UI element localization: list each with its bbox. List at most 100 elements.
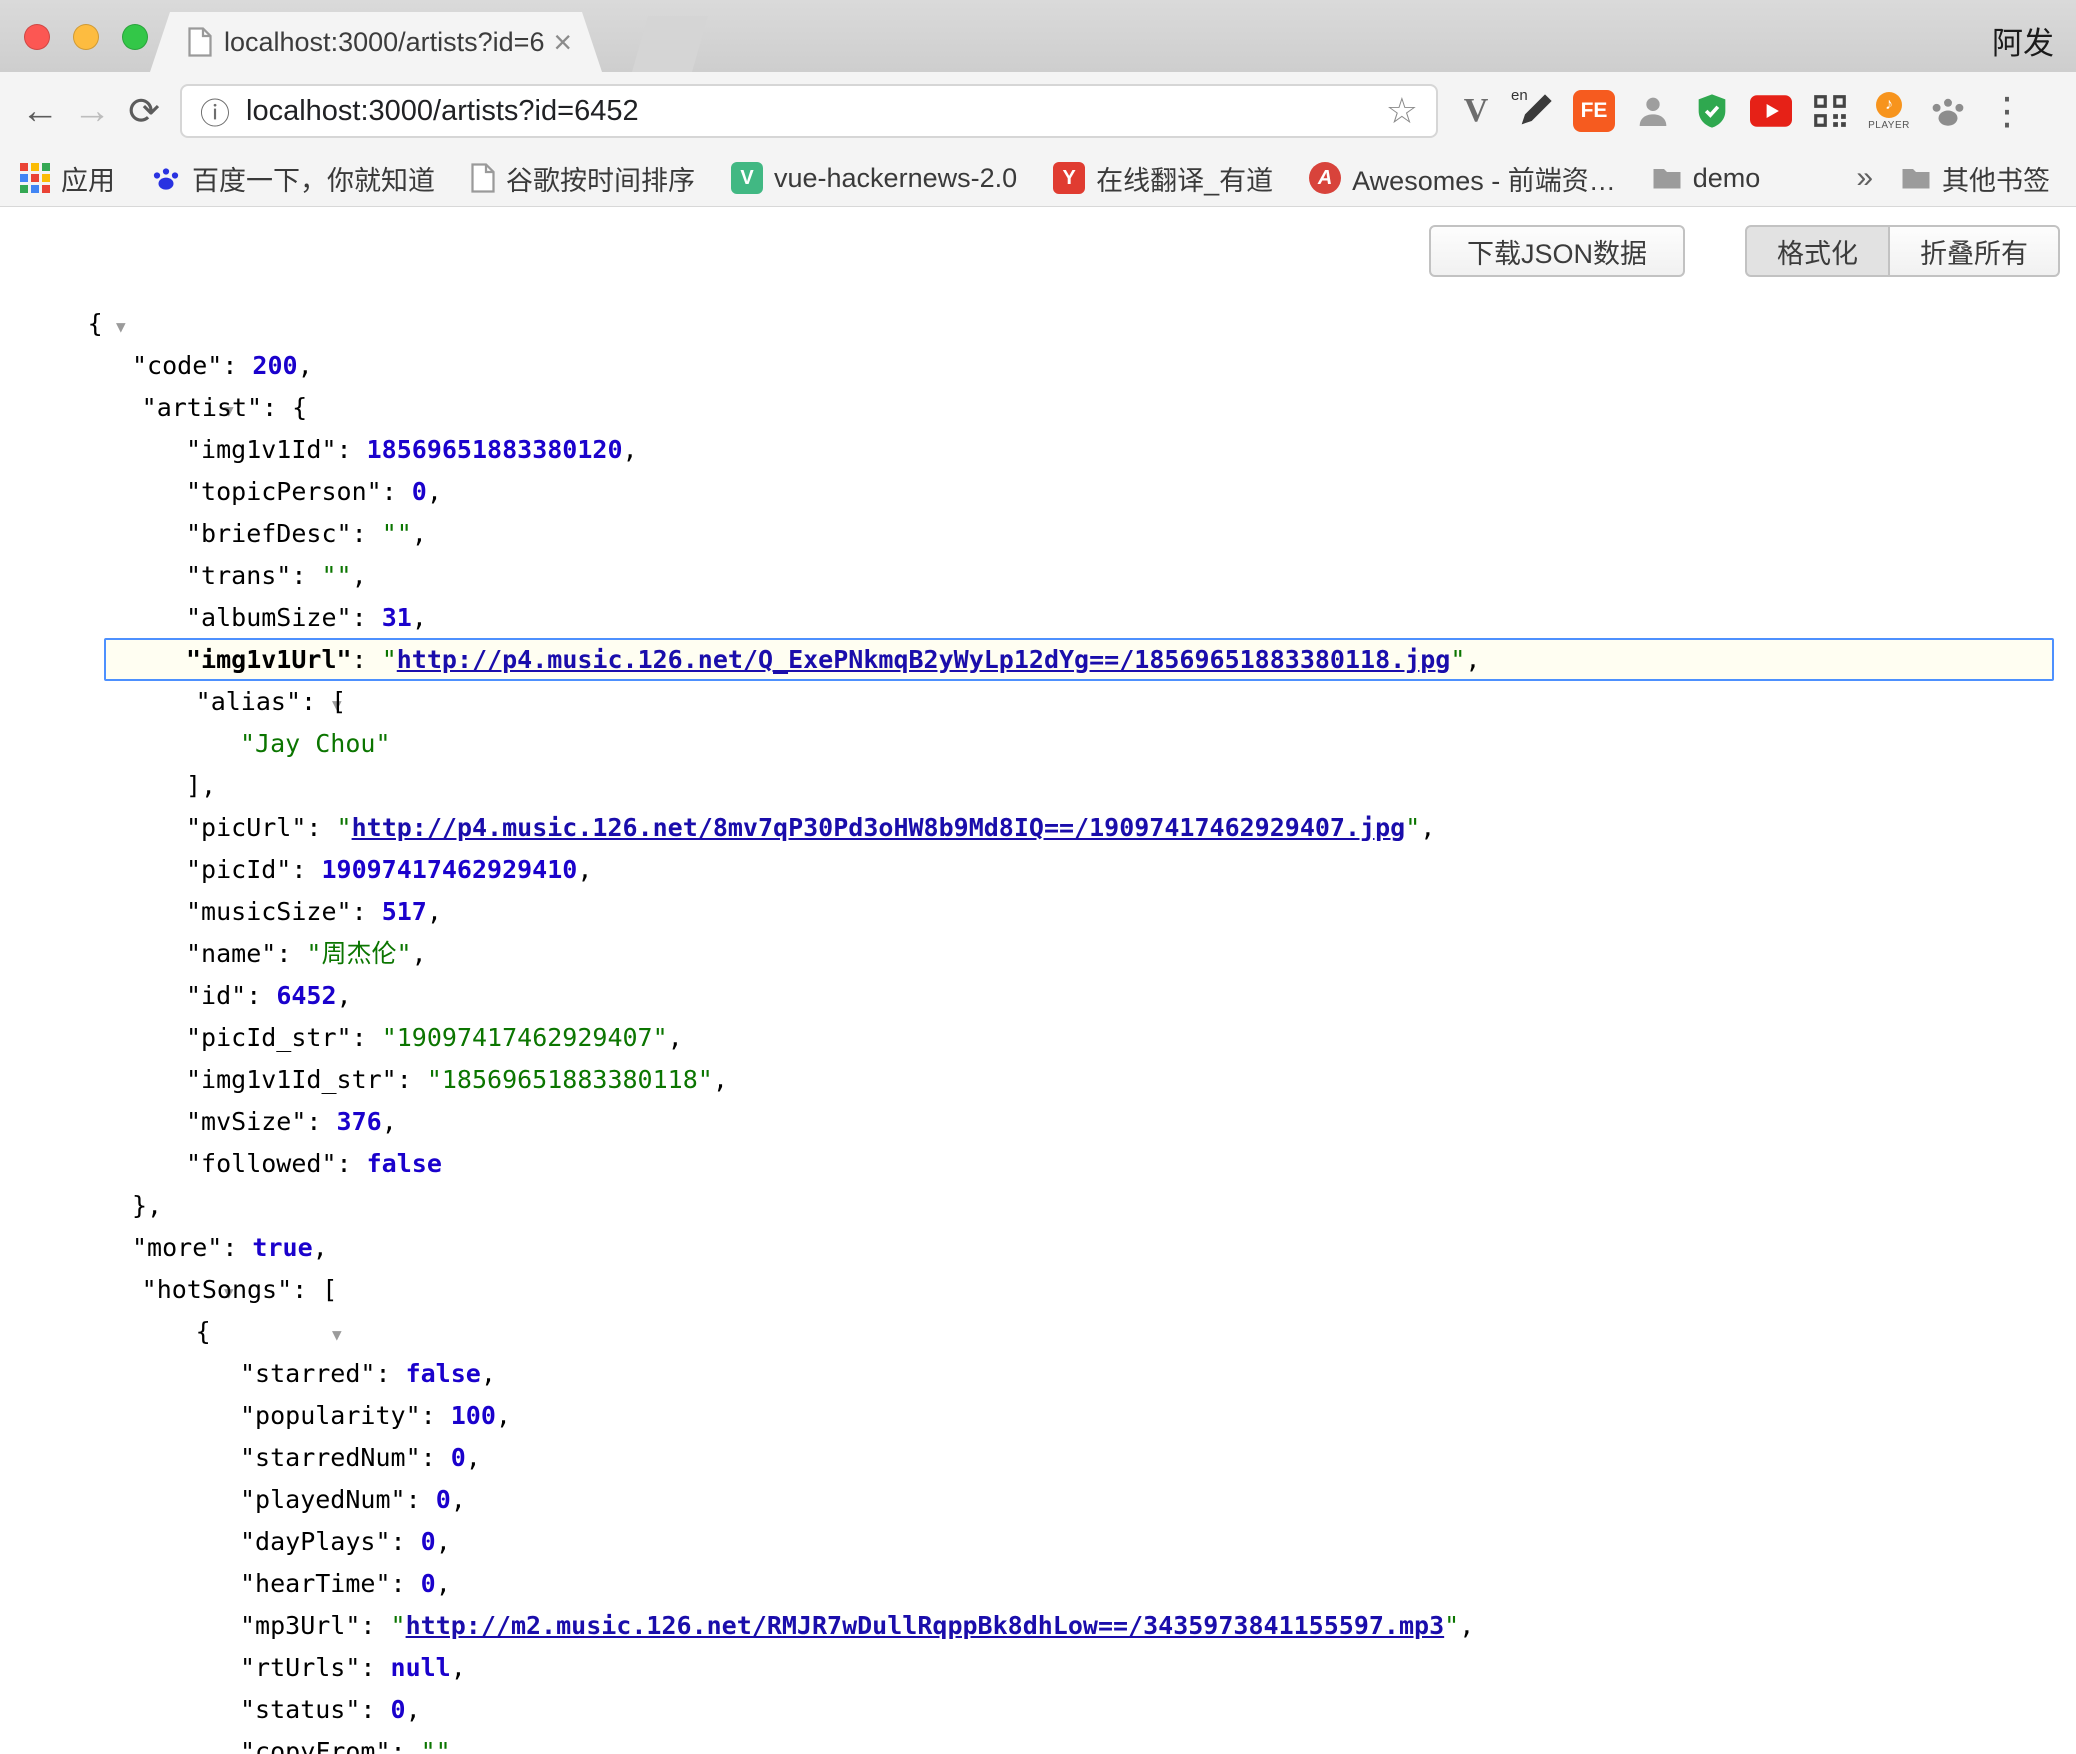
json-punctuation: , xyxy=(481,1359,496,1388)
json-punctuation: , xyxy=(466,1443,481,1472)
json-punctuation: : xyxy=(262,393,292,422)
address-bar[interactable]: ⓘ localhost:3000/artists?id=6452 ☆ xyxy=(180,84,1438,138)
json-punctuation: : xyxy=(352,645,382,674)
youtube-extension-icon[interactable] xyxy=(1745,85,1797,137)
bookmarks-overflow-icon[interactable]: » xyxy=(1856,161,1873,195)
json-key: "starred" xyxy=(240,1359,375,1388)
json-punctuation: , xyxy=(496,1401,511,1430)
json-line: "name": "周杰伦", xyxy=(0,933,2076,975)
url-text[interactable]: localhost:3000/artists?id=6452 xyxy=(246,95,1386,128)
browser-tab[interactable]: localhost:3000/artists?id=645 × xyxy=(150,12,602,72)
json-key: "more" xyxy=(132,1233,222,1262)
chrome-menu-icon[interactable]: ⋮ xyxy=(1974,89,2040,134)
extension-icons: V en FE ♪ PLAYER xyxy=(1450,85,1974,137)
json-key: "popularity" xyxy=(240,1401,421,1430)
json-number-value: 376 xyxy=(337,1107,382,1136)
json-line: }, xyxy=(0,1185,2076,1227)
json-number-value: 517 xyxy=(382,897,427,926)
json-key: "code" xyxy=(132,351,222,380)
json-punctuation: : xyxy=(360,1611,390,1640)
json-key: "img1v1Id" xyxy=(186,435,337,464)
json-number-value: 31 xyxy=(382,603,412,632)
json-punctuation: , xyxy=(577,855,592,884)
translate-pen-icon[interactable]: en xyxy=(1509,85,1561,137)
qrcode-extension-icon[interactable] xyxy=(1804,85,1856,137)
profile-name[interactable]: 阿发 xyxy=(1992,18,2054,63)
json-punctuation: , xyxy=(412,939,427,968)
download-json-button[interactable]: 下载JSON数据 xyxy=(1429,225,1685,277)
collapse-arrow-icon[interactable]: ▼ xyxy=(332,1325,342,1344)
json-key: "musicSize" xyxy=(186,897,352,926)
json-string-value: "" xyxy=(321,561,351,590)
json-punctuation: : xyxy=(375,1359,405,1388)
new-tab-button[interactable] xyxy=(632,16,708,72)
bookmark-youdao-translate[interactable]: Y 在线翻译_有道 xyxy=(1053,159,1273,198)
format-button[interactable]: 格式化 xyxy=(1745,225,1889,277)
json-url-link[interactable]: http://p4.music.126.net/8mv7qP30Pd3oHW8b… xyxy=(352,813,1406,842)
shield-extension-icon[interactable] xyxy=(1686,85,1738,137)
json-punctuation: , xyxy=(412,519,427,548)
json-punctuation: , xyxy=(713,1065,728,1094)
json-punctuation: { xyxy=(292,393,307,422)
json-string-value: "18569651883380118" xyxy=(427,1065,713,1094)
json-punctuation: , xyxy=(406,1695,421,1724)
player-extension-icon[interactable]: ♪ PLAYER xyxy=(1863,85,1915,137)
json-string-quote: " xyxy=(337,813,352,842)
json-line: "img1v1Url": "http://p4.music.126.net/Q_… xyxy=(0,639,2076,681)
json-key: "starredNum" xyxy=(240,1443,421,1472)
bookmark-awesomes[interactable]: A Awesomes - 前端资… xyxy=(1309,159,1616,198)
json-punctuation: : xyxy=(292,1275,322,1304)
json-punctuation: : xyxy=(360,1653,390,1682)
json-number-value: 0 xyxy=(412,477,427,506)
baidu-paw-icon xyxy=(151,163,181,193)
json-line: "playedNum": 0, xyxy=(0,1479,2076,1521)
bookmark-demo-folder[interactable]: demo xyxy=(1652,163,1761,194)
json-key: "rtUrls" xyxy=(240,1653,360,1682)
json-line: "albumSize": 31, xyxy=(0,597,2076,639)
json-number-value: 18569651883380120 xyxy=(367,435,623,464)
close-window-button[interactable] xyxy=(24,24,50,50)
json-url-link[interactable]: http://p4.music.126.net/Q_ExePNkmqB2yWyL… xyxy=(397,645,1451,674)
json-line: "status": 0, xyxy=(0,1689,2076,1731)
json-number-value: 19097417462929410 xyxy=(321,855,577,884)
json-punctuation: : xyxy=(276,939,306,968)
json-punctuation: , xyxy=(451,1737,466,1754)
json-line: "img1v1Id_str": "18569651883380118", xyxy=(0,1059,2076,1101)
json-keyword-value: true xyxy=(252,1233,312,1262)
tab-close-icon[interactable]: × xyxy=(553,24,572,61)
vue-icon: V xyxy=(731,162,763,194)
site-info-icon[interactable]: ⓘ xyxy=(200,89,230,133)
minimize-window-button[interactable] xyxy=(73,24,99,50)
json-punctuation: , xyxy=(352,561,367,590)
fe-extension-icon[interactable]: FE xyxy=(1568,85,1620,137)
bookmark-star-icon[interactable]: ☆ xyxy=(1386,90,1418,132)
bookmark-apps[interactable]: 应用 xyxy=(20,159,115,198)
json-url-link[interactable]: http://m2.music.126.net/RMJR7wDullRqppBk… xyxy=(406,1611,1445,1640)
view-mode-toggle: 格式化 折叠所有 xyxy=(1745,225,2060,277)
bookmark-google-sort[interactable]: 谷歌按时间排序 xyxy=(471,159,695,198)
zoom-window-button[interactable] xyxy=(122,24,148,50)
json-keyword-value: false xyxy=(406,1359,481,1388)
person-extension-icon[interactable] xyxy=(1627,85,1679,137)
json-line: ▼"artist": { xyxy=(0,387,2076,429)
json-line: "musicSize": 517, xyxy=(0,891,2076,933)
json-key: "hotSongs" xyxy=(142,1275,293,1304)
json-key: "img1v1Url" xyxy=(186,645,352,674)
json-punctuation: , xyxy=(427,477,442,506)
traffic-lights xyxy=(24,24,148,50)
other-bookmarks-folder[interactable]: 其他书签 xyxy=(1901,159,2050,198)
json-controls: 下载JSON数据 格式化 折叠所有 xyxy=(0,207,2076,277)
json-punctuation: , xyxy=(668,1023,683,1052)
json-punctuation: : xyxy=(391,1527,421,1556)
paw-extension-icon[interactable] xyxy=(1922,85,1974,137)
bookmark-baidu[interactable]: 百度一下，你就知道 xyxy=(151,159,435,198)
collapse-arrow-icon[interactable]: ▼ xyxy=(116,317,126,336)
back-button[interactable]: ← xyxy=(14,83,66,139)
vimium-extension-icon[interactable]: V xyxy=(1450,85,1502,137)
collapse-all-button[interactable]: 折叠所有 xyxy=(1889,225,2060,277)
json-line: "img1v1Id": 18569651883380120, xyxy=(0,429,2076,471)
bookmark-vue-hackernews[interactable]: V vue-hackernews-2.0 xyxy=(731,162,1017,194)
json-punctuation: { xyxy=(196,1317,211,1346)
reload-button[interactable]: ⟳ xyxy=(118,83,170,139)
json-punctuation: : xyxy=(391,1737,421,1754)
